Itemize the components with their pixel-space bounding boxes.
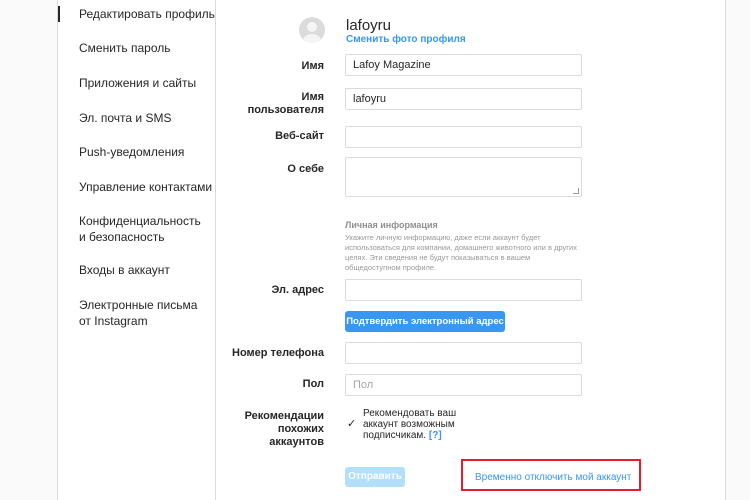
bio-field[interactable]: [345, 157, 582, 197]
personal-info-title: Личная информация: [345, 220, 438, 230]
website-label: Веб-сайт: [275, 130, 324, 142]
sidebar-item-login-activity[interactable]: Входы в аккаунт: [58, 262, 215, 278]
recommendations-label-line3: аккаунтов: [269, 436, 324, 448]
change-profile-photo-link[interactable]: Сменить фото профиля: [346, 34, 466, 45]
sidebar-item-manage-contacts[interactable]: Управление контактами: [58, 179, 215, 195]
name-label: Имя: [301, 60, 324, 72]
email-field[interactable]: [345, 279, 582, 301]
settings-sidebar: Редактировать профиль Сменить пароль При…: [58, 0, 216, 500]
sidebar-item-change-password[interactable]: Сменить пароль: [58, 40, 215, 56]
submit-button[interactable]: Отправить: [345, 467, 405, 487]
phone-label: Номер телефона: [232, 347, 324, 359]
username-label: Имя пользователя: [248, 91, 324, 117]
avatar-body-icon: [303, 34, 321, 43]
phone-field[interactable]: [345, 342, 582, 364]
gender-field[interactable]: Пол: [345, 374, 582, 396]
gender-label: Пол: [302, 378, 324, 390]
confirm-email-button[interactable]: Подтвердить электронный адрес: [345, 311, 505, 332]
profile-username: lafoyru: [346, 17, 392, 34]
username-label-line2: пользователя: [247, 104, 324, 116]
username-field[interactable]: lafoyru: [345, 88, 582, 110]
avatar-head-icon: [307, 22, 317, 32]
recommend-text: Рекомендовать ваш аккаунт возможным подп…: [363, 408, 457, 441]
disable-account-link[interactable]: Временно отключить мой аккаунт: [475, 472, 631, 483]
sidebar-item-email-and-sms[interactable]: Эл. почта и SMS: [58, 110, 215, 126]
personal-info-text: Укажите личную информацию, даже если акк…: [345, 233, 577, 272]
recommendations-label-line2: похожих: [277, 423, 324, 435]
settings-frame: Редактировать профиль Сменить пароль При…: [57, 0, 726, 500]
sidebar-item-edit-profile[interactable]: Редактировать профиль: [58, 6, 215, 22]
recommend-checkbox[interactable]: ✓: [347, 418, 359, 430]
email-label: Эл. адрес: [271, 284, 324, 296]
username-label-line1: Имя: [301, 91, 324, 103]
recommend-description: Рекомендовать ваш аккаунт возможным подп…: [363, 408, 483, 441]
avatar[interactable]: [299, 17, 325, 43]
sidebar-item-emails-from-instagram[interactable]: Электронные письма от Instagram: [58, 297, 198, 329]
sidebar-item-push-notifications[interactable]: Push-уведомления: [58, 144, 215, 160]
sidebar-item-apps-and-websites[interactable]: Приложения и сайты: [58, 75, 215, 91]
recommend-help-link[interactable]: [?]: [429, 430, 442, 441]
recommendations-label-line1: Рекомендации: [244, 410, 324, 422]
bio-label: О себе: [287, 163, 324, 175]
website-field[interactable]: [345, 126, 582, 148]
resize-handle-icon[interactable]: [573, 188, 579, 194]
sidebar-item-privacy-and-security[interactable]: Конфиденциальность и безопасность: [58, 213, 201, 245]
name-field[interactable]: Lafoy Magazine: [345, 54, 582, 76]
edit-profile-form: lafoyru Сменить фото профиля Имя Lafoy M…: [217, 0, 726, 500]
recommendations-label: Рекомендации похожих аккаунтов: [245, 410, 324, 449]
